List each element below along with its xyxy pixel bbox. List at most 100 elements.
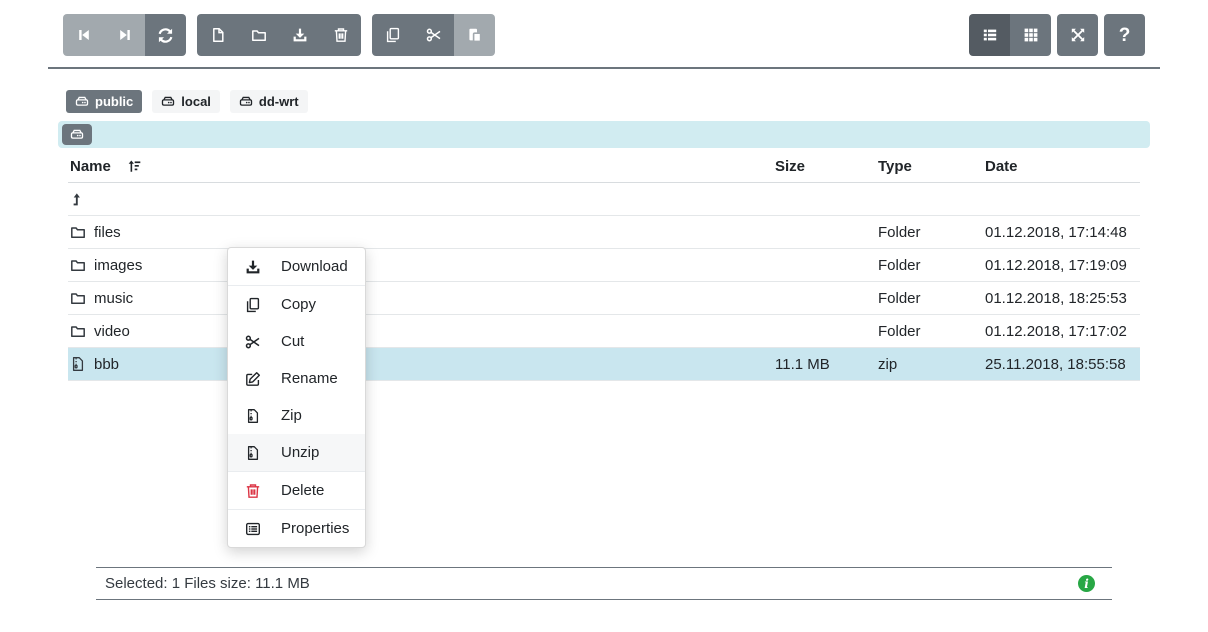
paste-button[interactable] bbox=[454, 14, 495, 56]
file-name: files bbox=[94, 224, 121, 241]
trash-icon bbox=[245, 483, 261, 499]
grid-view-icon bbox=[1023, 27, 1039, 43]
volume-tab-dd-wrt[interactable]: dd-wrt bbox=[230, 90, 308, 113]
copy-icon bbox=[385, 27, 401, 43]
file-type: Folder bbox=[878, 224, 985, 241]
file-type: Folder bbox=[878, 323, 985, 340]
download-button[interactable] bbox=[279, 14, 320, 56]
toolbar: ? bbox=[48, 0, 1160, 67]
context-menu: Download Copy Cut Rename Zip Unzip Delet… bbox=[227, 247, 366, 548]
column-header-name-label: Name bbox=[70, 158, 111, 175]
path-bar bbox=[58, 121, 1150, 148]
folder-icon bbox=[70, 323, 86, 339]
sort-amount-up-icon bbox=[127, 159, 142, 174]
forward-button[interactable] bbox=[104, 14, 145, 56]
list-view-icon bbox=[982, 27, 998, 43]
context-menu-item-delete[interactable]: Delete bbox=[228, 472, 365, 509]
context-menu-item-zip[interactable]: Zip bbox=[228, 397, 365, 434]
clipboard-button-group bbox=[372, 14, 495, 56]
fullscreen-button-group bbox=[1057, 14, 1098, 56]
volume-tab-label: local bbox=[181, 94, 211, 109]
view-button-group bbox=[969, 14, 1051, 56]
toolbar-left bbox=[63, 14, 506, 56]
hdd-icon bbox=[70, 128, 84, 142]
download-icon bbox=[245, 259, 261, 275]
refresh-button[interactable] bbox=[145, 14, 186, 56]
step-backward-icon bbox=[76, 27, 92, 43]
zip-file-icon bbox=[70, 356, 86, 372]
column-header-type[interactable]: Type bbox=[878, 158, 985, 175]
help-button-group: ? bbox=[1104, 14, 1145, 56]
status-bar: Selected: 1 Files size: 11.1 MB i bbox=[96, 567, 1112, 600]
volume-tabs: public local dd-wrt bbox=[66, 90, 1160, 113]
column-header-size[interactable]: Size bbox=[768, 158, 878, 175]
context-menu-item-rename[interactable]: Rename bbox=[228, 360, 365, 397]
file-date: 01.12.2018, 17:17:02 bbox=[985, 323, 1140, 340]
context-menu-item-unzip[interactable]: Unzip bbox=[228, 434, 365, 471]
grid-view-button[interactable] bbox=[1010, 14, 1051, 56]
file-type: Folder bbox=[878, 290, 985, 307]
hdd-icon bbox=[161, 95, 175, 109]
refresh-icon bbox=[157, 27, 174, 44]
context-menu-item-copy[interactable]: Copy bbox=[228, 286, 365, 323]
zip-file-icon bbox=[245, 445, 261, 461]
file-manager: ? public local dd-wrt Name bbox=[48, 0, 1160, 381]
fullscreen-icon bbox=[1070, 27, 1086, 43]
back-button[interactable] bbox=[63, 14, 104, 56]
hdd-icon bbox=[75, 95, 89, 109]
context-menu-item-properties[interactable]: Properties bbox=[228, 510, 365, 547]
file-name: images bbox=[94, 257, 142, 274]
volume-tab-local[interactable]: local bbox=[152, 90, 220, 113]
info-icon[interactable]: i bbox=[1078, 575, 1095, 592]
table-header-row: Name Size Type Date bbox=[68, 150, 1140, 183]
help-button[interactable]: ? bbox=[1104, 14, 1145, 56]
zip-file-icon bbox=[245, 408, 261, 424]
step-forward-icon bbox=[117, 27, 133, 43]
file-date: 25.11.2018, 18:55:58 bbox=[985, 356, 1140, 373]
download-icon bbox=[292, 27, 308, 43]
table-row[interactable]: files Folder 01.12.2018, 17:14:48 bbox=[68, 216, 1140, 249]
question-icon: ? bbox=[1119, 26, 1131, 45]
file-ops-button-group bbox=[197, 14, 361, 56]
file-date: 01.12.2018, 17:14:48 bbox=[985, 224, 1140, 241]
copy-icon bbox=[245, 297, 261, 313]
fullscreen-button[interactable] bbox=[1057, 14, 1098, 56]
new-folder-button[interactable] bbox=[238, 14, 279, 56]
list-alt-icon bbox=[245, 521, 261, 537]
folder-icon bbox=[70, 290, 86, 306]
column-header-name[interactable]: Name bbox=[68, 158, 768, 175]
scissors-icon bbox=[426, 27, 442, 43]
scissors-icon bbox=[245, 334, 261, 350]
context-menu-item-cut[interactable]: Cut bbox=[228, 323, 365, 360]
paste-icon bbox=[467, 27, 483, 43]
toolbar-right: ? bbox=[969, 14, 1145, 56]
file-date: 01.12.2018, 17:19:09 bbox=[985, 257, 1140, 274]
table-row-up[interactable] bbox=[68, 183, 1140, 216]
volume-tab-label: public bbox=[95, 94, 133, 109]
copy-button[interactable] bbox=[372, 14, 413, 56]
column-header-date[interactable]: Date bbox=[985, 158, 1140, 175]
context-menu-item-download[interactable]: Download bbox=[228, 248, 365, 285]
new-file-icon bbox=[210, 27, 226, 43]
file-date: 01.12.2018, 18:25:53 bbox=[985, 290, 1140, 307]
volume-tab-label: dd-wrt bbox=[259, 94, 299, 109]
file-name: video bbox=[94, 323, 130, 340]
status-text: Selected: 1 Files size: 11.1 MB bbox=[105, 575, 310, 592]
delete-button[interactable] bbox=[320, 14, 361, 56]
new-file-button[interactable] bbox=[197, 14, 238, 56]
folder-icon bbox=[70, 257, 86, 273]
file-type: zip bbox=[878, 356, 985, 373]
nav-button-group bbox=[63, 14, 186, 56]
level-up-icon bbox=[71, 192, 86, 207]
path-root-button[interactable] bbox=[62, 124, 92, 145]
toolbar-divider bbox=[48, 67, 1160, 69]
hdd-icon bbox=[239, 95, 253, 109]
file-size: 11.1 MB bbox=[768, 356, 878, 373]
file-type: Folder bbox=[878, 257, 985, 274]
cut-button[interactable] bbox=[413, 14, 454, 56]
volume-tab-public[interactable]: public bbox=[66, 90, 142, 113]
list-view-button[interactable] bbox=[969, 14, 1010, 56]
trash-icon bbox=[333, 27, 349, 43]
file-name: bbb bbox=[94, 356, 119, 373]
folder-icon bbox=[70, 224, 86, 240]
